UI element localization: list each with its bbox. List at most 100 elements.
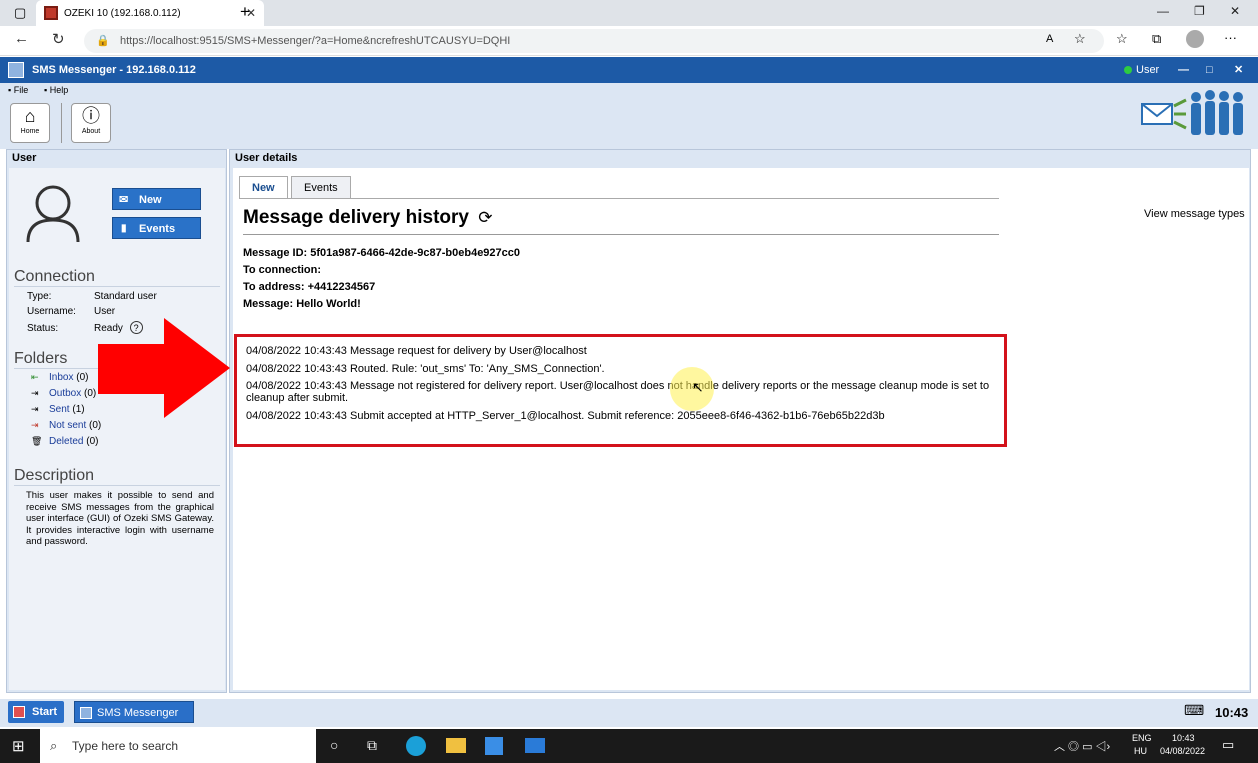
favorites-icon[interactable]: ☆ <box>1116 31 1128 47</box>
user-details-header: User details <box>235 152 298 164</box>
menu-toolbar: ▪ File ▪ Help ⌂ Home ⓘ About <box>0 83 1258 149</box>
app-clock: 10:43 <box>1215 705 1249 720</box>
back-icon[interactable]: ← <box>14 30 29 47</box>
delivery-log-box: 04/08/2022 10:43:43 Message request for … <box>234 334 1007 447</box>
user-panel-body: ✉ New ▮ Events Connection Type: Standard … <box>9 168 225 690</box>
windows-taskbar: ⊞ ⌕ Type here to search ○ ⧉ ︿ ◎ ▭ ◁› ENG… <box>0 729 1258 763</box>
folder-not-sent[interactable]: ⇥ Not sent (0) <box>31 420 101 431</box>
description-text: This user makes it possible to send and … <box>26 490 214 547</box>
app-close-icon[interactable]: ✕ <box>1234 57 1243 83</box>
favorite-icon[interactable]: ☆ <box>1074 31 1086 47</box>
tab-new[interactable]: New <box>239 176 288 199</box>
view-message-types-link[interactable]: View message types <box>1144 208 1245 220</box>
ozeki-people-logo <box>1141 90 1243 135</box>
log-line: 04/08/2022 10:43:43 Message request for … <box>246 345 587 357</box>
online-status-icon <box>1124 66 1132 74</box>
start-icon <box>13 706 25 718</box>
cortana-icon[interactable]: ○ <box>330 737 338 753</box>
collections-icon[interactable]: ⧉ <box>1152 31 1161 47</box>
windows-start-icon[interactable]: ⊞ <box>12 737 25 755</box>
minimize-icon[interactable]: — <box>1157 4 1169 18</box>
outbox-icon: ⇥ <box>31 388 39 398</box>
user-avatar-icon <box>26 185 80 243</box>
events-button[interactable]: ▮ Events <box>112 217 201 239</box>
trash-icon: 🗑 <box>31 436 43 446</box>
menu-help[interactable]: ▪ Help <box>44 85 68 95</box>
folder-inbox[interactable]: ⇤ Inbox (0) <box>31 372 88 383</box>
user-label[interactable]: User <box>1136 57 1159 83</box>
app-maximize-icon[interactable]: □ <box>1206 57 1213 83</box>
taskbar-time: 10:43 <box>1172 733 1195 743</box>
address-bar-row: ← ↻ 🔒 https://localhost:9515/SMS+Messeng… <box>0 26 1258 56</box>
app-taskbar: Start SMS Messenger ⌨ 10:43 <box>0 699 1258 727</box>
ozeki-favicon-icon <box>44 6 58 20</box>
browser-tab[interactable]: OZEKI 10 (192.168.0.112) ✕ <box>36 0 264 26</box>
message-id: Message ID: 5f01a987-6466-42de-9c87-b0eb… <box>243 247 521 259</box>
search-icon: ⌕ <box>50 738 58 753</box>
tab-events[interactable]: Events <box>291 176 351 199</box>
refresh-icon[interactable]: ↻ <box>52 30 65 48</box>
start-button[interactable]: Start <box>8 701 64 723</box>
log-line: 04/08/2022 10:43:43 Routed. Rule: 'out_s… <box>246 363 605 375</box>
message-text: Message: Hello World! <box>243 298 361 310</box>
new-tab-icon[interactable]: + <box>240 2 250 22</box>
home-button[interactable]: ⌂ Home <box>10 103 50 143</box>
home-icon: ⌂ <box>24 106 36 126</box>
description-title: Description <box>14 467 95 484</box>
restore-icon[interactable]: ❐ <box>1194 4 1205 18</box>
app-logo-icon <box>8 62 24 78</box>
menu-file[interactable]: ▪ File <box>8 85 28 95</box>
new-button[interactable]: ✉ New <box>112 188 201 210</box>
mouse-cursor-icon: ↖ <box>692 379 704 395</box>
profile-icon[interactable] <box>1186 30 1204 48</box>
tab-strip-line <box>239 198 999 199</box>
notifications-icon[interactable]: ▭ <box>1222 737 1234 753</box>
user-panel-header: User <box>12 152 37 164</box>
app-minimize-icon[interactable]: — <box>1178 57 1189 83</box>
lang-secondary[interactable]: HU <box>1134 746 1147 756</box>
folders-title: Folders <box>14 350 68 367</box>
file-explorer-icon[interactable] <box>446 738 466 753</box>
task-view-icon[interactable]: ⧉ <box>367 737 377 754</box>
refresh-history-icon[interactable]: ⟳ <box>478 208 492 227</box>
to-address: To address: +4412234567 <box>243 281 376 293</box>
sms-messenger-task[interactable]: SMS Messenger <box>74 701 194 723</box>
close-window-icon[interactable]: ✕ <box>1230 4 1240 18</box>
user-panel: User ✉ New ▮ Events Connection Type: Stan… <box>6 149 227 693</box>
keyboard-icon[interactable]: ⌨ <box>1184 702 1204 719</box>
sent-icon: ⇥ <box>31 404 39 414</box>
more-icon[interactable]: ··· <box>1224 30 1237 45</box>
to-connection: To connection: <box>243 264 322 276</box>
lang-primary[interactable]: ENG <box>1132 733 1152 743</box>
tab-title: OZEKI 10 (192.168.0.112) <box>64 7 181 19</box>
about-button[interactable]: ⓘ About <box>71 103 111 143</box>
taskbar-date: 04/08/2022 <box>1160 746 1206 756</box>
taskbar-search-box[interactable]: ⌕ Type here to search <box>40 729 316 763</box>
folder-outbox[interactable]: ⇥ Outbox (0) <box>31 388 96 399</box>
tab-actions-icon[interactable]: ▢ <box>14 5 26 21</box>
mail-icon[interactable] <box>525 738 545 753</box>
edge-icon[interactable] <box>406 736 426 756</box>
url-field[interactable]: 🔒 https://localhost:9515/SMS+Messenger/?… <box>84 29 1104 53</box>
tray-icons[interactable]: ︿ ◎ ▭ ◁› <box>1054 738 1110 754</box>
folder-deleted[interactable]: 🗑 Deleted (0) <box>31 436 98 447</box>
type-row: Type: Standard user <box>27 291 157 302</box>
log-line: 04/08/2022 10:43:43 Message not register… <box>246 380 990 404</box>
username-row: Username: User <box>27 306 116 317</box>
read-aloud-icon[interactable]: A <box>1046 33 1053 45</box>
app-title: SMS Messenger - 192.168.0.112 <box>32 64 196 76</box>
title-underline <box>243 234 999 235</box>
page-title: Message delivery history ⟳ <box>243 207 493 228</box>
log-line: 04/08/2022 10:43:43 Submit accepted at H… <box>246 410 885 422</box>
url-text: https://localhost:9515/SMS+Messenger/?a=… <box>120 35 511 47</box>
divider <box>14 286 220 287</box>
divider <box>14 485 220 486</box>
app-title-bar: SMS Messenger - 192.168.0.112 User — □ ✕ <box>0 57 1258 83</box>
folder-sent[interactable]: ⇥ Sent (1) <box>31 404 85 415</box>
sms-messenger-icon <box>80 707 92 719</box>
flag-icon: ▮ <box>121 223 127 234</box>
store-icon[interactable] <box>485 737 503 755</box>
user-details-body: New Events Message delivery history ⟳ Vi… <box>233 168 1249 690</box>
inbox-icon: ⇤ <box>31 372 39 382</box>
envelope-icon: ✉ <box>119 194 129 206</box>
